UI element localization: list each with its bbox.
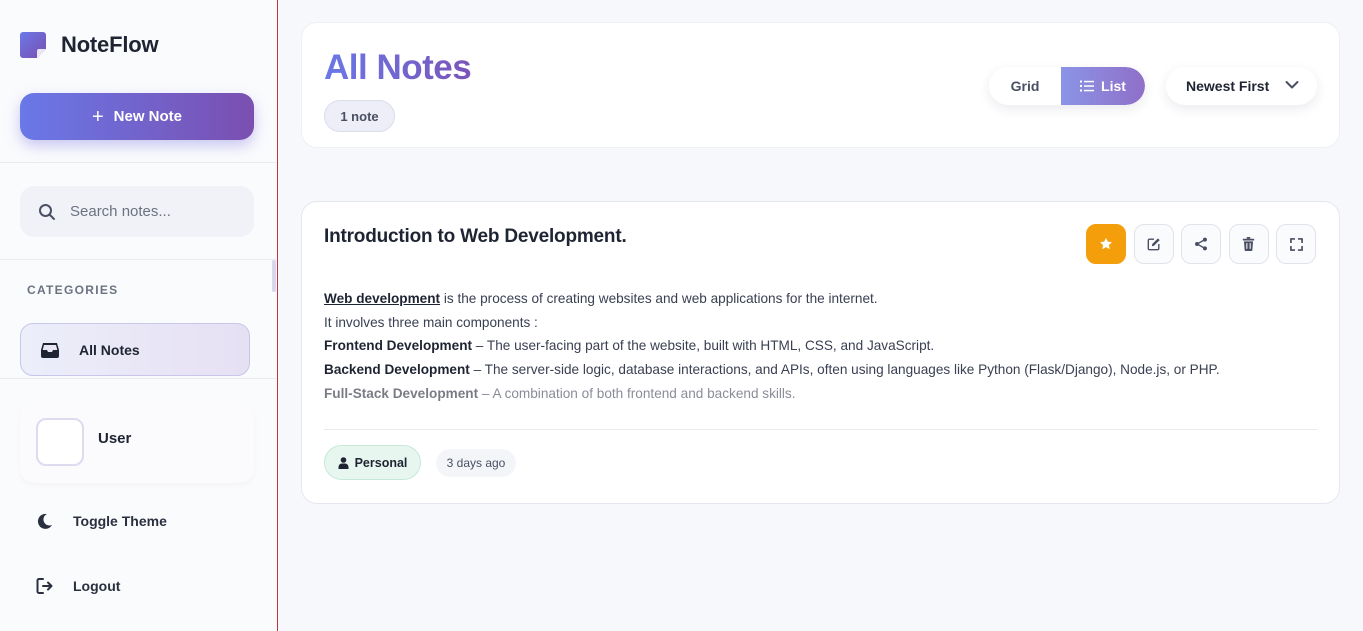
divider xyxy=(0,378,276,379)
logout-label: Logout xyxy=(73,578,121,594)
note-link[interactable]: Web development xyxy=(324,291,440,306)
sidebar-scrollbar[interactable] xyxy=(272,260,276,292)
edit-button[interactable] xyxy=(1133,224,1174,264)
divider xyxy=(0,162,276,163)
moon-icon xyxy=(37,513,52,529)
search-box[interactable] xyxy=(20,186,254,237)
category-tag[interactable]: Personal xyxy=(324,445,421,480)
search-input[interactable] xyxy=(70,203,230,220)
note-line: Web development is the process of creati… xyxy=(324,287,1314,311)
divider xyxy=(324,429,1317,430)
note-bold-text: Backend Development xyxy=(324,362,470,378)
expand-button[interactable] xyxy=(1276,224,1316,264)
note-line: Full-Stack Development – A combination o… xyxy=(324,382,1314,406)
page-header: All Notes 1 note Grid List Newest First xyxy=(301,22,1340,148)
app-name: NoteFlow xyxy=(61,32,159,57)
note-line: Backend Development – The server-side lo… xyxy=(324,358,1314,382)
note-text: It involves three main components : xyxy=(324,314,538,330)
page-title: All Notes xyxy=(324,48,472,87)
sidebar-item-label: All Notes xyxy=(79,341,140,358)
note-line: It involves three main components : xyxy=(324,311,1314,335)
note-line: Frontend Development – The user-facing p… xyxy=(324,334,1314,358)
tag-label: Personal xyxy=(354,455,408,470)
trash-icon xyxy=(1242,237,1255,251)
divider xyxy=(0,259,276,260)
brand: NoteFlow xyxy=(20,30,159,60)
note-text: – The user-facing part of the website, b… xyxy=(472,338,935,354)
grid-view-button[interactable]: Grid xyxy=(989,67,1061,105)
new-note-label: New Note xyxy=(113,108,183,125)
sidebar-item-all-notes[interactable]: All Notes xyxy=(20,323,250,376)
plus-icon: + xyxy=(91,105,104,128)
list-view-button[interactable]: List xyxy=(1061,67,1145,105)
list-icon xyxy=(1080,80,1095,92)
inbox-icon xyxy=(41,342,59,358)
user-card[interactable]: User xyxy=(20,401,254,483)
logout-button[interactable]: Logout xyxy=(36,575,120,597)
avatar[interactable] xyxy=(36,418,84,466)
star-button[interactable] xyxy=(1086,224,1126,264)
categories-heading: CATEGORIES xyxy=(27,283,119,297)
view-toggle: Grid List xyxy=(989,67,1145,105)
toggle-theme-label: Toggle Theme xyxy=(73,513,167,529)
sort-label: Newest First xyxy=(1186,78,1270,94)
noteflow-logo-icon xyxy=(20,32,46,58)
logout-icon xyxy=(36,578,53,594)
star-icon xyxy=(1100,237,1112,250)
note-bold-text: Frontend Development xyxy=(324,338,473,354)
note-title: Introduction to Web Development. xyxy=(324,226,627,247)
note-text: – A combination of both frontend and bac… xyxy=(478,385,796,401)
list-view-label: List xyxy=(1101,78,1126,94)
user-name: User xyxy=(98,430,132,447)
edit-icon xyxy=(1147,238,1160,251)
note-card[interactable]: Introduction to Web Development. Web dev… xyxy=(301,201,1340,504)
sidebar: NoteFlow + New Note CATEGORIES All Notes… xyxy=(0,0,278,631)
grid-view-label: Grid xyxy=(1010,78,1040,94)
note-text: is the process of creating websites and … xyxy=(440,291,878,306)
toggle-theme-button[interactable]: Toggle Theme xyxy=(36,510,167,532)
note-date: 3 days ago xyxy=(436,449,516,477)
note-body: Web development is the process of creati… xyxy=(324,287,1314,406)
delete-button[interactable] xyxy=(1228,224,1269,264)
note-bold-text: Full-Stack Development xyxy=(324,385,479,401)
expand-icon xyxy=(1289,237,1303,251)
search-icon xyxy=(39,203,55,220)
note-count-badge: 1 note xyxy=(324,100,395,132)
note-text: – The server-side logic, database intera… xyxy=(469,362,1220,378)
note-actions xyxy=(1086,224,1324,264)
share-icon xyxy=(1195,237,1207,251)
chevron-down-icon xyxy=(1285,81,1299,89)
new-note-button[interactable]: + New Note xyxy=(20,93,254,140)
sort-dropdown[interactable]: Newest First xyxy=(1166,67,1317,105)
person-icon xyxy=(338,456,349,469)
share-button[interactable] xyxy=(1181,224,1221,264)
